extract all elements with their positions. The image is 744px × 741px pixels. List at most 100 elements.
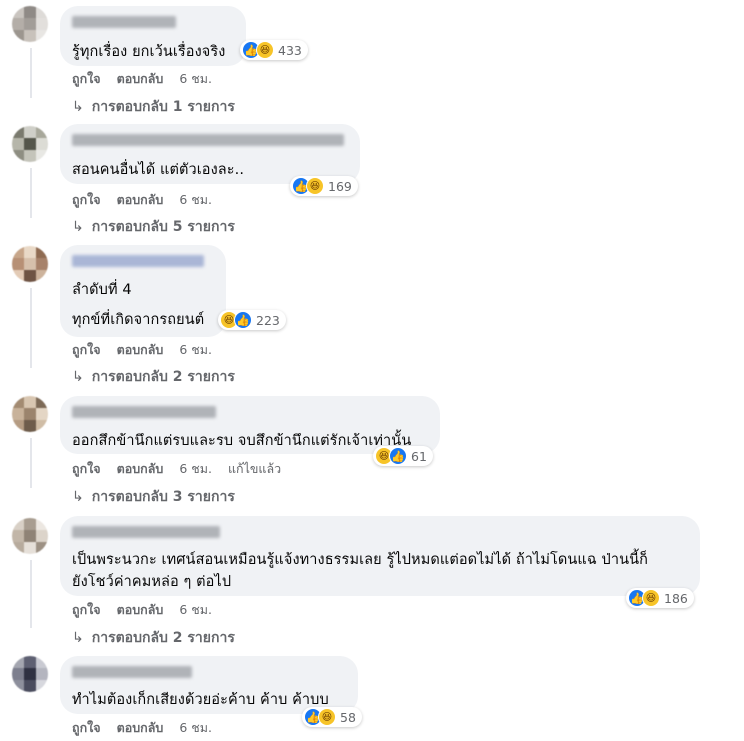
- like-button[interactable]: ถูกใจ: [72, 340, 101, 360]
- comment-bubble: รู้ทุกเรื่อง ยกเว้นเรื่องจริง: [60, 6, 246, 66]
- commenter-name[interactable]: [72, 526, 220, 538]
- reply-arrow-icon: ↳: [72, 369, 84, 385]
- comment-bubble: ลำดับที่ 4 ทุกข์ที่เกิดจากรถยนต์: [60, 245, 226, 337]
- reaction-summary[interactable]: 😆 👍 223: [218, 310, 286, 330]
- avatar[interactable]: [12, 396, 48, 432]
- reply-button[interactable]: ตอบกลับ: [117, 340, 164, 360]
- comment-time[interactable]: 6 ชม.: [179, 340, 212, 360]
- avatar-pixel: [12, 138, 24, 150]
- reaction-summary[interactable]: 👍 😆 169: [290, 176, 358, 196]
- avatar-pixel: [12, 246, 24, 258]
- avatar-pixel: [24, 408, 36, 420]
- reaction-summary[interactable]: 😆 👍 61: [373, 446, 433, 466]
- like-button[interactable]: ถูกใจ: [72, 600, 101, 620]
- avatar-pixel: [36, 420, 48, 432]
- comment-actions: ถูกใจ ตอบกลับ 6 ชม.: [72, 190, 228, 210]
- comment-actions: ถูกใจ ตอบกลับ 6 ชม.: [72, 600, 228, 620]
- thread-line: [30, 168, 32, 218]
- comment-text: ลำดับที่ 4: [72, 282, 132, 298]
- reply-arrow-icon: ↳: [72, 630, 84, 646]
- avatar[interactable]: [12, 656, 48, 692]
- avatar-pixel: [12, 258, 24, 270]
- haha-reaction-icon: 😆: [318, 708, 336, 726]
- comment-time[interactable]: 6 ชม.: [179, 190, 212, 210]
- like-button[interactable]: ถูกใจ: [72, 69, 101, 89]
- reply-button[interactable]: ตอบกลับ: [117, 190, 164, 210]
- haha-reaction-icon: 😆: [642, 589, 660, 607]
- avatar-pixel: [12, 270, 24, 282]
- replies-label: การตอบกลับ 2 รายการ: [91, 369, 235, 385]
- view-replies-link[interactable]: ↳ การตอบกลับ 1 รายการ: [72, 96, 235, 118]
- comment-actions: ถูกใจ ตอบกลับ 6 ชม. แก้ไขแล้ว: [72, 459, 297, 479]
- comment-text-line-2: ยังโชว์ค่าคมหล่อ ๆ ต่อไป: [72, 574, 232, 590]
- comment-text-line-2: ทุกข์ที่เกิดจากรถยนต์: [72, 312, 205, 328]
- avatar-pixel: [12, 518, 24, 530]
- avatar-pixel: [24, 270, 36, 282]
- edited-label[interactable]: แก้ไขแล้ว: [228, 459, 281, 479]
- comment-time[interactable]: 6 ชม.: [179, 69, 212, 89]
- like-button[interactable]: ถูกใจ: [72, 459, 101, 479]
- avatar-pixel: [12, 680, 24, 692]
- view-replies-link[interactable]: ↳ การตอบกลับ 5 รายการ: [72, 216, 235, 238]
- comment-text: รู้ทุกเรื่อง ยกเว้นเรื่องจริง: [72, 44, 226, 60]
- avatar-pixel: [12, 656, 24, 668]
- comment-bubble: สอนคนอื่นได้ แต่ตัวเองละ..: [60, 124, 360, 184]
- reaction-count: 186: [664, 590, 688, 606]
- reaction-summary[interactable]: 👍 😆 433: [240, 40, 308, 60]
- like-button[interactable]: ถูกใจ: [72, 718, 101, 738]
- avatar-pixel: [12, 530, 24, 542]
- commenter-name[interactable]: [72, 666, 192, 678]
- avatar-pixel: [24, 396, 36, 408]
- avatar-pixel: [36, 270, 48, 282]
- comment-text: เป็นพระนวกะ เทศน์สอนเหมือนรู้แจ้งทางธรรม…: [72, 552, 648, 568]
- avatar-pixel: [36, 530, 48, 542]
- avatar-pixel: [36, 680, 48, 692]
- like-reaction-icon: 👍: [234, 311, 252, 329]
- avatar-pixel: [36, 18, 48, 30]
- comment-time[interactable]: 6 ชม.: [179, 600, 212, 620]
- avatar[interactable]: [12, 246, 48, 282]
- avatar-pixel: [36, 126, 48, 138]
- avatar[interactable]: [12, 518, 48, 554]
- avatar-pixel: [12, 396, 24, 408]
- comment-bubble: เป็นพระนวกะ เทศน์สอนเหมือนรู้แจ้งทางธรรม…: [60, 516, 700, 596]
- reaction-count: 58: [340, 709, 356, 725]
- reply-button[interactable]: ตอบกลับ: [117, 459, 164, 479]
- avatar-pixel: [24, 258, 36, 270]
- thread-line: [30, 48, 32, 98]
- thread-line: [30, 438, 32, 488]
- reply-arrow-icon: ↳: [72, 489, 84, 505]
- avatar-pixel: [36, 246, 48, 258]
- avatar-pixel: [36, 408, 48, 420]
- view-replies-link[interactable]: ↳ การตอบกลับ 2 รายการ: [72, 627, 235, 649]
- view-replies-link[interactable]: ↳ การตอบกลับ 3 รายการ: [72, 486, 235, 508]
- avatar-pixel: [24, 138, 36, 150]
- avatar[interactable]: [12, 6, 48, 42]
- reply-button[interactable]: ตอบกลับ: [117, 69, 164, 89]
- commenter-name[interactable]: [72, 255, 204, 267]
- avatar-pixel: [12, 408, 24, 420]
- reaction-summary[interactable]: 👍 😆 186: [626, 588, 694, 608]
- commenter-name[interactable]: [72, 134, 344, 146]
- avatar-pixel: [24, 6, 36, 18]
- avatar-pixel: [24, 18, 36, 30]
- avatar-pixel: [36, 656, 48, 668]
- avatar-pixel: [36, 668, 48, 680]
- comment-time[interactable]: 6 ชม.: [179, 718, 212, 738]
- avatar-pixel: [12, 542, 24, 554]
- commenter-name[interactable]: [72, 406, 216, 418]
- avatar-pixel: [24, 126, 36, 138]
- reply-button[interactable]: ตอบกลับ: [117, 600, 164, 620]
- reply-button[interactable]: ตอบกลับ: [117, 718, 164, 738]
- reaction-summary[interactable]: 👍 😆 58: [302, 707, 362, 727]
- comment-text: สอนคนอื่นได้ แต่ตัวเองละ..: [72, 162, 245, 178]
- comment-actions: ถูกใจ ตอบกลับ 6 ชม.: [72, 340, 228, 360]
- like-button[interactable]: ถูกใจ: [72, 190, 101, 210]
- view-replies-link[interactable]: ↳ การตอบกลับ 2 รายการ: [72, 366, 235, 388]
- commenter-name[interactable]: [72, 16, 176, 28]
- comment-time[interactable]: 6 ชม.: [179, 459, 212, 479]
- replies-label: การตอบกลับ 5 รายการ: [91, 219, 235, 235]
- avatar-pixel: [12, 668, 24, 680]
- avatar[interactable]: [12, 126, 48, 162]
- reaction-count: 169: [328, 178, 352, 194]
